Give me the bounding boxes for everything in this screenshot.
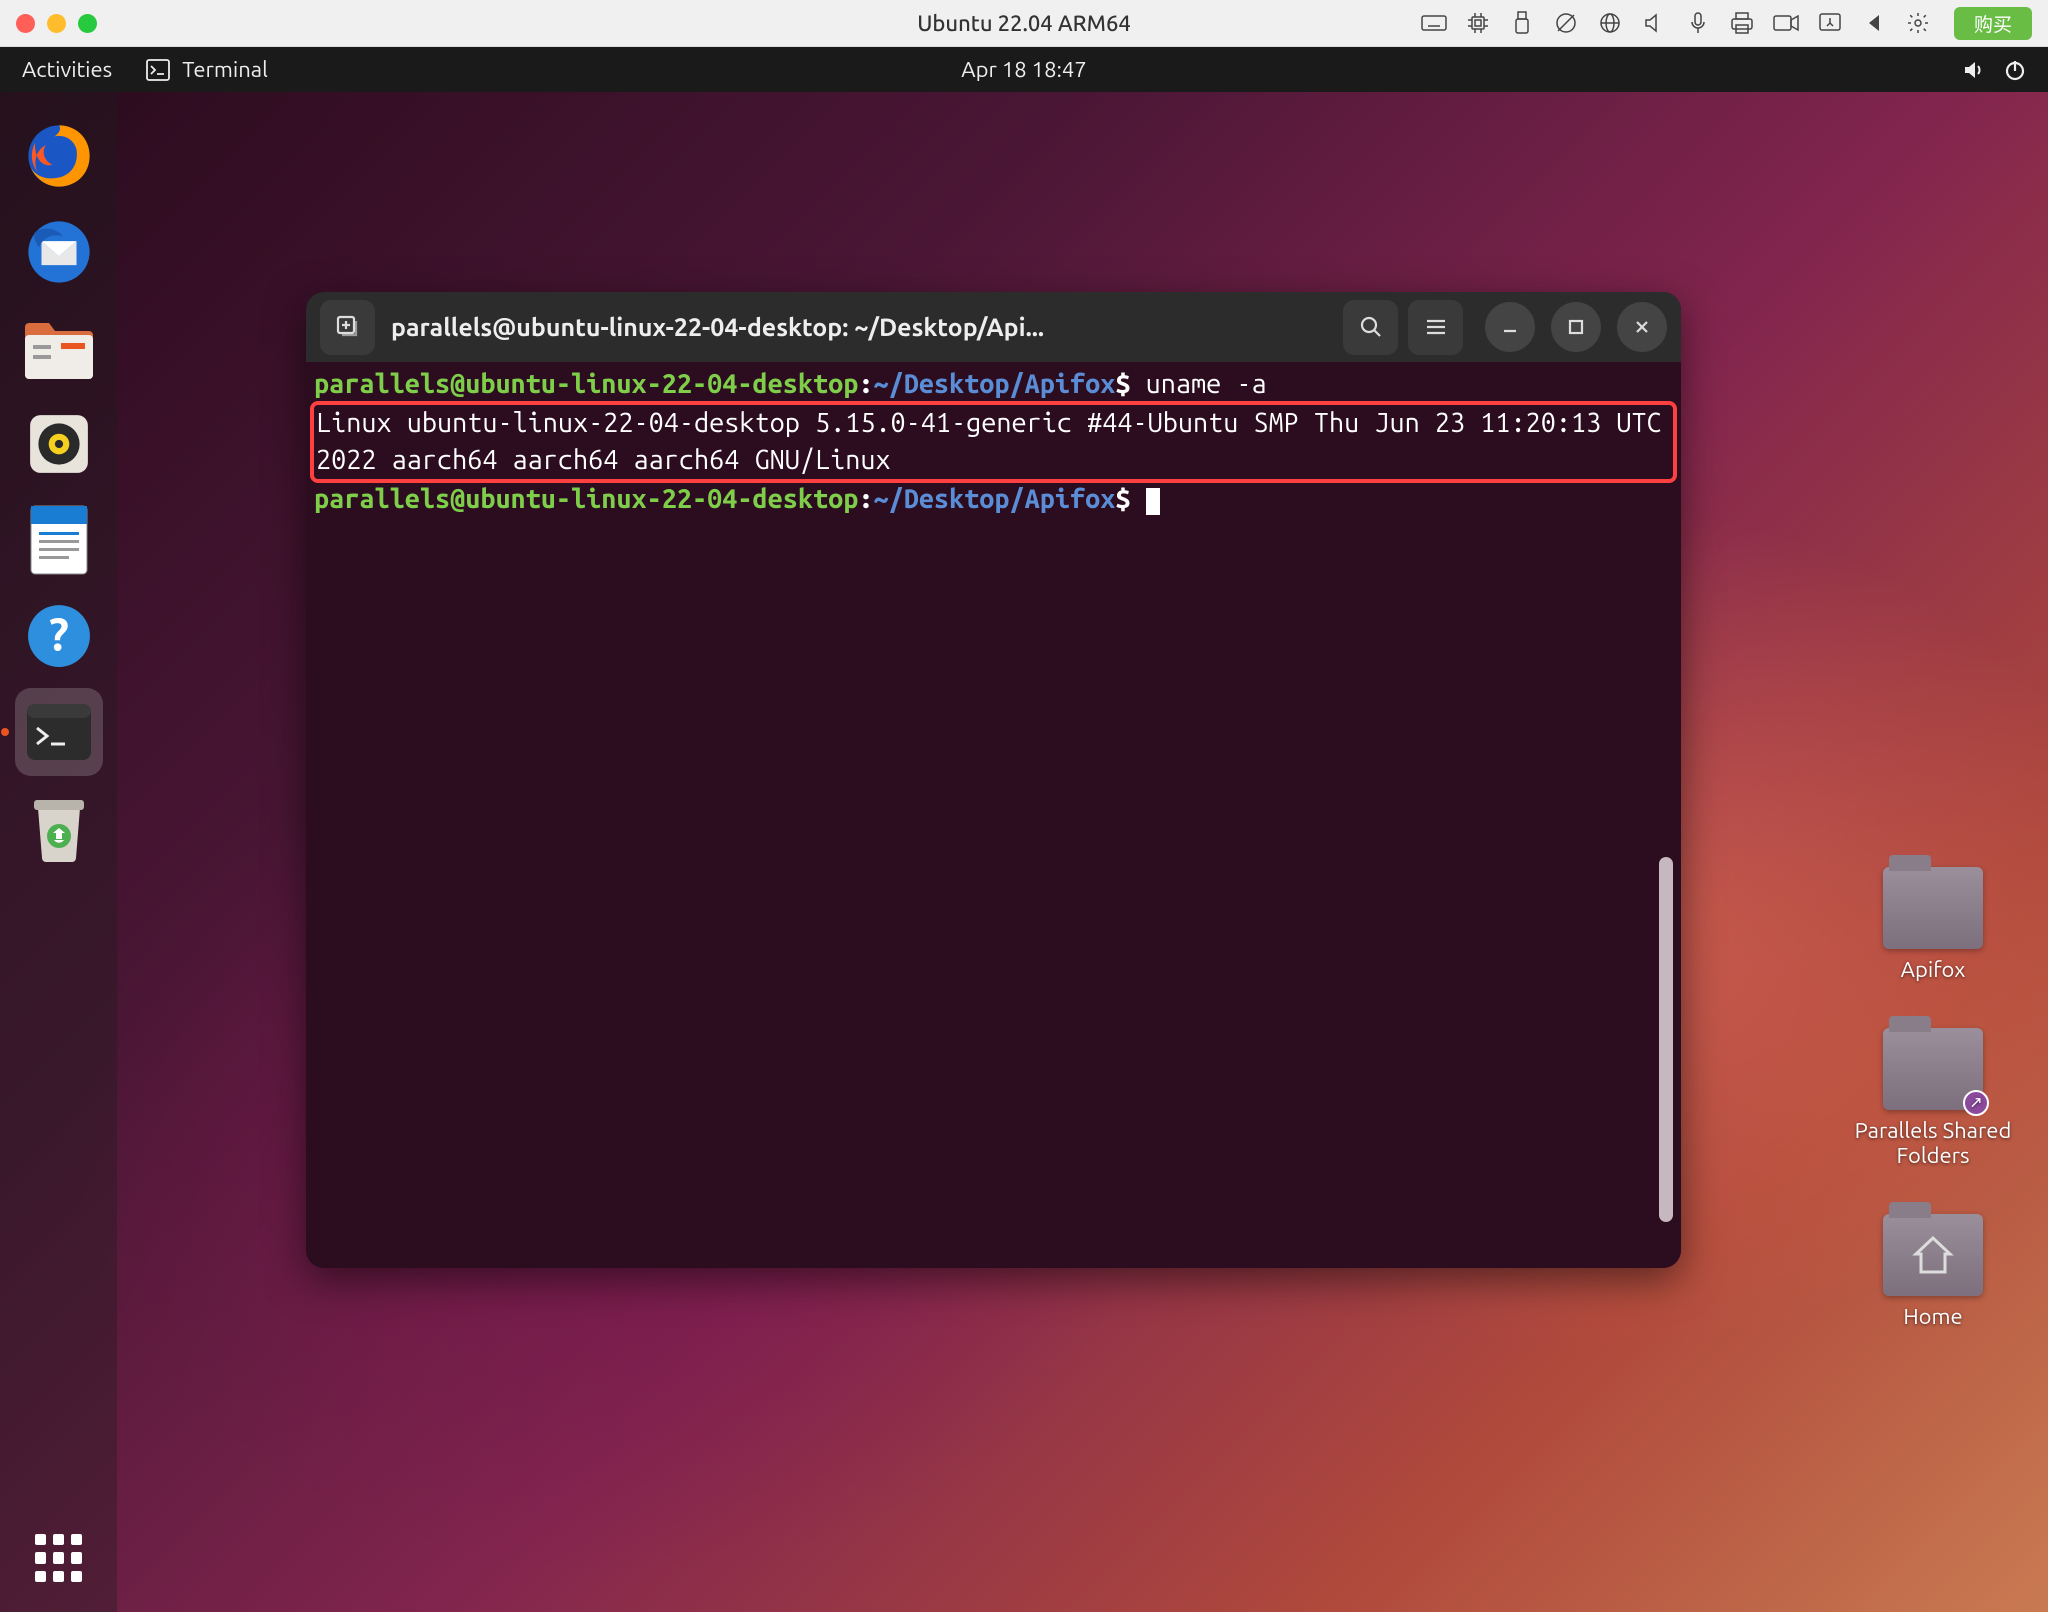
buy-button[interactable]: 购买 bbox=[1954, 7, 2032, 40]
share-icon[interactable] bbox=[1816, 12, 1844, 34]
back-icon[interactable] bbox=[1860, 12, 1888, 34]
folder-label: Parallels Shared Folders bbox=[1838, 1118, 2028, 1168]
dock-firefox[interactable] bbox=[15, 112, 103, 200]
folder-icon bbox=[1883, 1028, 1983, 1110]
prompt-user-2: parallels@ubuntu-linux-22-04-desktop bbox=[314, 484, 858, 514]
topbar-app-name: Terminal bbox=[182, 57, 268, 82]
menu-button[interactable] bbox=[1408, 300, 1463, 355]
close-button[interactable] bbox=[1617, 302, 1667, 352]
minimize-icon[interactable] bbox=[47, 14, 66, 33]
terminal-content[interactable]: parallels@ubuntu-linux-22-04-desktop:~/D… bbox=[306, 362, 1681, 1268]
close-icon[interactable] bbox=[16, 14, 35, 33]
camera-icon[interactable] bbox=[1772, 12, 1800, 34]
topbar-clock[interactable]: Apr 18 18:47 bbox=[961, 57, 1086, 82]
sound-icon[interactable] bbox=[1640, 12, 1668, 34]
terminal-icon bbox=[146, 59, 170, 81]
cursor bbox=[1146, 488, 1160, 515]
uname-output: Linux ubuntu-linux-22-04-desktop 5.15.0-… bbox=[316, 408, 1662, 475]
globe-icon[interactable] bbox=[1596, 12, 1624, 34]
mac-vm-window: Ubuntu 22.04 ARM64 购买 Activities Termina… bbox=[0, 0, 2048, 1612]
desktop-icons: Apifox Parallels Shared Folders Home bbox=[1838, 867, 2028, 1329]
vm-title: Ubuntu 22.04 ARM64 bbox=[917, 11, 1131, 36]
topbar-status[interactable] bbox=[1962, 58, 2026, 82]
traffic-lights bbox=[16, 14, 97, 33]
volume-icon bbox=[1962, 59, 1986, 81]
keyboard-icon[interactable] bbox=[1420, 12, 1448, 34]
prompt-path: ~/Desktop/Apifox bbox=[873, 369, 1115, 399]
highlighted-output: Linux ubuntu-linux-22-04-desktop 5.15.0-… bbox=[310, 401, 1677, 483]
dock-terminal[interactable] bbox=[15, 688, 103, 776]
gnome-topbar: Activities Terminal Apr 18 18:47 bbox=[0, 47, 2048, 92]
activities-button[interactable]: Activities bbox=[22, 57, 112, 82]
desktop-wallpaper-area[interactable]: ? parallels@ubuntu- bbox=[0, 92, 2048, 1612]
dock-help[interactable]: ? bbox=[15, 592, 103, 680]
folder-icon bbox=[1883, 867, 1983, 949]
dock-files[interactable] bbox=[15, 304, 103, 392]
prompt-user: parallels@ubuntu-linux-22-04-desktop bbox=[314, 369, 858, 399]
mac-titlebar: Ubuntu 22.04 ARM64 购买 bbox=[0, 0, 2048, 47]
desktop-folder-apifox[interactable]: Apifox bbox=[1883, 867, 1983, 982]
ubuntu-desktop: Activities Terminal Apr 18 18:47 bbox=[0, 47, 2048, 1612]
network-off-icon[interactable] bbox=[1552, 12, 1580, 34]
link-badge-icon bbox=[1963, 1090, 1989, 1116]
fullscreen-icon[interactable] bbox=[78, 14, 97, 33]
cpu-icon[interactable] bbox=[1464, 12, 1492, 34]
desktop-folder-home[interactable]: Home bbox=[1883, 1214, 1983, 1329]
search-button[interactable] bbox=[1343, 300, 1398, 355]
mic-icon[interactable] bbox=[1684, 12, 1712, 34]
maximize-button[interactable] bbox=[1551, 302, 1601, 352]
terminal-scrollbar[interactable] bbox=[1659, 857, 1673, 1222]
topbar-app-indicator[interactable]: Terminal bbox=[146, 57, 268, 82]
usb-icon[interactable] bbox=[1508, 12, 1536, 34]
prompt-path-2: ~/Desktop/Apifox bbox=[873, 484, 1115, 514]
power-icon bbox=[2004, 58, 2026, 82]
minimize-button[interactable] bbox=[1485, 302, 1535, 352]
gear-icon[interactable] bbox=[1904, 12, 1932, 34]
ubuntu-dock: ? bbox=[0, 92, 117, 1612]
folder-label: Apifox bbox=[1901, 957, 1966, 982]
dock-writer[interactable] bbox=[15, 496, 103, 584]
dock-trash[interactable] bbox=[15, 784, 103, 872]
terminal-title: parallels@ubuntu-linux-22-04-desktop: ~/… bbox=[391, 313, 1333, 341]
dock-rhythmbox[interactable] bbox=[15, 400, 103, 488]
terminal-titlebar[interactable]: parallels@ubuntu-linux-22-04-desktop: ~/… bbox=[306, 292, 1681, 362]
show-applications[interactable] bbox=[35, 1534, 83, 1582]
folder-icon bbox=[1883, 1214, 1983, 1296]
command-text: uname -a bbox=[1146, 369, 1267, 399]
parallels-menu: 购买 bbox=[1420, 7, 2032, 40]
svg-text:?: ? bbox=[49, 608, 69, 659]
home-icon bbox=[1910, 1232, 1956, 1278]
terminal-window: parallels@ubuntu-linux-22-04-desktop: ~/… bbox=[306, 292, 1681, 1268]
new-tab-button[interactable] bbox=[320, 300, 375, 355]
desktop-folder-shared[interactable]: Parallels Shared Folders bbox=[1838, 1028, 2028, 1168]
folder-label: Home bbox=[1903, 1304, 1962, 1329]
printer-icon[interactable] bbox=[1728, 12, 1756, 34]
dock-thunderbird[interactable] bbox=[15, 208, 103, 296]
